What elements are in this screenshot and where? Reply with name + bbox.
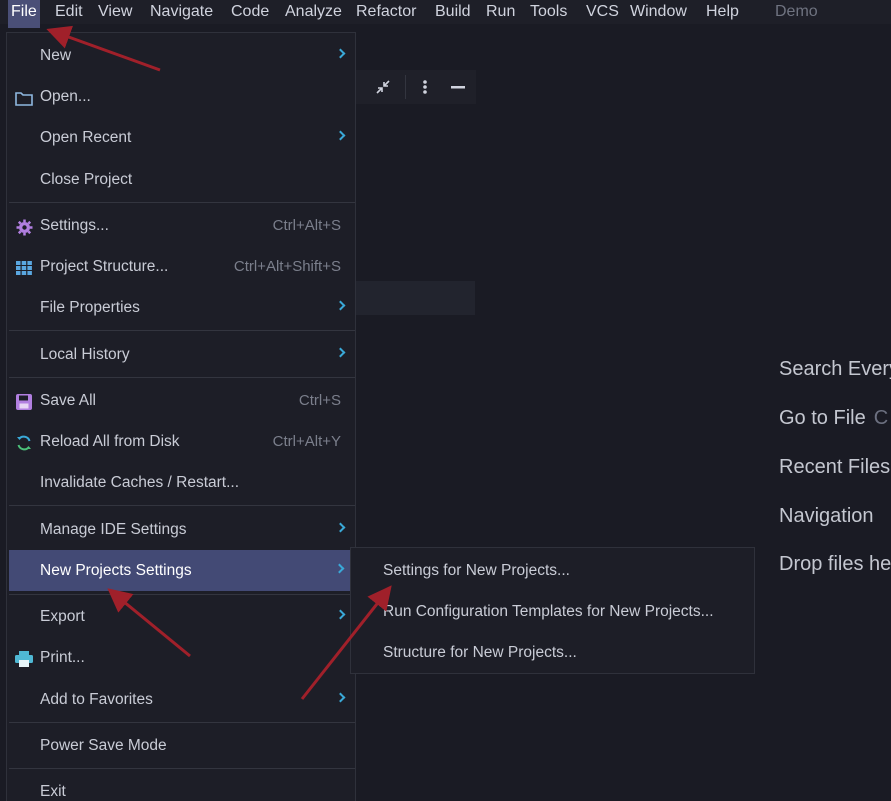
menu-item-file-properties[interactable]: File Properties (9, 289, 355, 327)
menu-item-manage-ide-settings[interactable]: Manage IDE Settings (9, 511, 355, 549)
grid-icon (15, 259, 33, 277)
menu-item-new[interactable]: New (9, 37, 355, 75)
menu-item-power-save-mode[interactable]: Power Save Mode (9, 727, 355, 765)
hint-recent-files: Recent Files (779, 456, 891, 478)
gear-icon (15, 218, 33, 236)
collapse-icon[interactable] (374, 78, 392, 100)
menu-item-invalidate-caches[interactable]: Invalidate Caches / Restart... (9, 464, 355, 502)
menu-item-save-all[interactable]: Save All Ctrl+S (9, 382, 355, 420)
chevron-right-icon (335, 300, 346, 311)
menu-refactor[interactable]: Refactor (356, 2, 416, 22)
chevron-right-icon (335, 48, 346, 59)
menu-separator (9, 505, 355, 506)
save-icon (15, 393, 33, 411)
chevron-right-icon (335, 347, 346, 358)
chevron-right-icon (334, 563, 345, 574)
menu-item-print[interactable]: Print... (9, 639, 355, 677)
chevron-right-icon (335, 609, 346, 620)
more-options-icon[interactable] (420, 78, 430, 100)
menu-file[interactable]: File (8, 0, 40, 28)
menu-item-close-project[interactable]: Close Project (9, 161, 355, 199)
menu-item-export[interactable]: Export (9, 598, 355, 636)
menu-tools[interactable]: Tools (530, 2, 567, 22)
menu-analyze[interactable]: Analyze (285, 2, 342, 22)
menu-separator (9, 768, 355, 769)
menu-build[interactable]: Build (435, 2, 471, 22)
submenu-item-settings-for-new-projects[interactable]: Settings for New Projects... (383, 562, 570, 580)
menu-separator (9, 330, 355, 331)
new-projects-settings-submenu: Settings for New Projects... Run Configu… (350, 547, 755, 674)
file-menu-dropdown: New Open... Open Recent Close Project Se… (6, 32, 356, 801)
hint-drop-files: Drop files he (779, 553, 891, 575)
hint-navigation-bar: Navigation (779, 505, 874, 527)
toolbar-separator (405, 75, 406, 99)
minimize-icon[interactable] (450, 78, 466, 100)
menu-bar: File Edit View Navigate Code Analyze Ref… (0, 0, 891, 28)
menu-edit[interactable]: Edit (55, 2, 83, 22)
hint-go-to-file: Go to File C (779, 407, 889, 429)
menu-code[interactable]: Code (231, 2, 269, 22)
menu-navigate[interactable]: Navigate (150, 2, 213, 22)
menu-separator (9, 722, 355, 723)
tree-row-highlight (355, 281, 475, 315)
project-name: Demo (775, 3, 818, 20)
menu-separator (9, 377, 355, 378)
menu-item-exit[interactable]: Exit (9, 773, 355, 801)
menu-help[interactable]: Help (706, 2, 739, 22)
hint-search-everywhere: Search Every (779, 358, 891, 380)
chevron-right-icon (335, 130, 346, 141)
menu-item-reload-all[interactable]: Reload All from Disk Ctrl+Alt+Y (9, 423, 355, 461)
menu-window[interactable]: Window (630, 2, 687, 22)
submenu-item-run-configuration-templates[interactable]: Run Configuration Templates for New Proj… (383, 603, 714, 621)
printer-icon (15, 650, 33, 668)
menu-item-open-recent[interactable]: Open Recent (9, 119, 355, 157)
menu-vcs[interactable]: VCS (586, 2, 619, 22)
menu-item-open[interactable]: Open... (9, 78, 355, 116)
submenu-item-structure-for-new-projects[interactable]: Structure for New Projects... (383, 644, 577, 662)
menu-item-new-projects-settings[interactable]: New Projects Settings (9, 550, 351, 591)
chevron-right-icon (335, 522, 346, 533)
menu-item-add-to-favorites[interactable]: Add to Favorites (9, 681, 355, 719)
menu-view[interactable]: View (98, 2, 132, 22)
folder-icon (15, 89, 33, 107)
chevron-right-icon (335, 692, 346, 703)
menu-run[interactable]: Run (486, 2, 515, 22)
reload-icon (15, 434, 33, 452)
menu-item-project-structure[interactable]: Project Structure... Ctrl+Alt+Shift+S (9, 248, 355, 286)
menu-separator (9, 594, 355, 595)
menu-separator (9, 202, 355, 203)
menu-item-settings[interactable]: Settings... Ctrl+Alt+S (9, 207, 355, 245)
menu-item-local-history[interactable]: Local History (9, 336, 355, 374)
